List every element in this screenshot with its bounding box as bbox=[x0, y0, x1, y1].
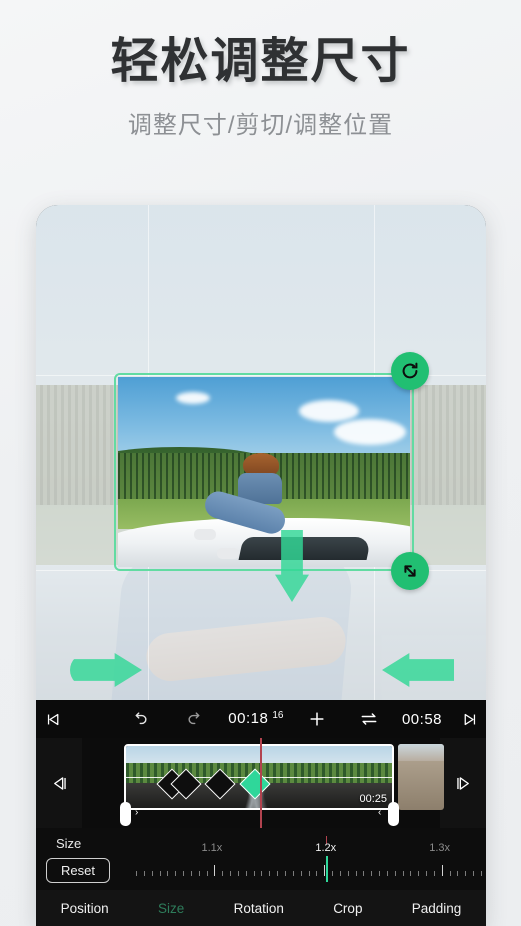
resize-diagonal-icon[interactable] bbox=[391, 552, 429, 590]
ruler-tick bbox=[159, 871, 161, 876]
size-ruler[interactable]: 1.1x 1.2x 1.3x bbox=[136, 836, 482, 886]
ruler-tick bbox=[237, 871, 239, 876]
ruler-tick bbox=[339, 871, 341, 876]
promo-header: 轻松调整尺寸 调整尺寸/剪切/调整位置 bbox=[0, 34, 521, 140]
ruler-tick bbox=[183, 871, 185, 876]
ruler-tick bbox=[292, 871, 294, 876]
redo-icon[interactable] bbox=[178, 710, 212, 729]
size-slider-panel: Size Reset 1.1x 1.2x 1.3x bbox=[36, 828, 486, 890]
ruler-tick bbox=[198, 871, 200, 876]
ruler-tick bbox=[410, 871, 412, 876]
ruler-tick bbox=[175, 871, 177, 876]
ruler-tick bbox=[433, 871, 435, 876]
ruler-tick bbox=[449, 871, 451, 876]
ruler-tick bbox=[143, 871, 145, 876]
current-frame: 16 bbox=[272, 710, 284, 721]
trim-arrow-right: ‹ bbox=[378, 807, 382, 818]
ruler-tick bbox=[386, 871, 388, 876]
ruler-tick bbox=[214, 865, 216, 876]
tab-crop[interactable]: Crop bbox=[333, 901, 362, 916]
ruler-tick bbox=[167, 871, 169, 876]
ruler-tick bbox=[253, 871, 255, 876]
ruler-tick bbox=[190, 871, 192, 876]
ruler-tick bbox=[481, 871, 482, 876]
ruler-tick bbox=[465, 871, 467, 876]
tab-position[interactable]: Position bbox=[61, 901, 109, 916]
page-subtitle: 调整尺寸/剪切/调整位置 bbox=[127, 111, 394, 139]
undo-icon[interactable] bbox=[122, 710, 156, 729]
next-frame-icon[interactable] bbox=[440, 738, 486, 828]
video-preview-canvas[interactable] bbox=[36, 205, 486, 700]
rotate-icon[interactable] bbox=[391, 352, 429, 390]
plus-icon[interactable] bbox=[300, 709, 334, 729]
ruler-tick bbox=[441, 865, 443, 876]
previous-frame-icon[interactable] bbox=[36, 738, 82, 828]
ruler-tick bbox=[347, 871, 349, 876]
ruler-tick bbox=[402, 871, 404, 876]
ruler-label: 1.1x bbox=[201, 842, 223, 854]
timeline[interactable]: 00:25 › ‹ bbox=[36, 738, 486, 828]
promo-page: 轻松调整尺寸 调整尺寸/剪切/调整位置 00:18 16 00:58 00:25… bbox=[0, 0, 521, 926]
ruler-tick bbox=[277, 871, 279, 876]
ruler-label-current: 1.2x bbox=[315, 842, 337, 854]
trim-handle-left[interactable] bbox=[120, 802, 131, 826]
clip2-thumb-sky bbox=[398, 744, 444, 762]
ruler-tick bbox=[284, 871, 286, 876]
skip-to-end-icon[interactable] bbox=[452, 711, 486, 728]
ruler-tick bbox=[457, 871, 459, 876]
trim-handle-right[interactable] bbox=[388, 802, 399, 826]
current-time: 00:18 16 bbox=[228, 710, 284, 727]
timeline-clip-next[interactable] bbox=[398, 744, 444, 810]
total-time: 00:58 bbox=[401, 710, 443, 728]
ruler-tick bbox=[426, 871, 428, 876]
size-indicator[interactable] bbox=[325, 856, 328, 882]
ruler-tick bbox=[418, 871, 420, 876]
ruler-tick bbox=[230, 871, 232, 876]
ruler-tick bbox=[245, 871, 247, 876]
ruler-tick bbox=[473, 871, 475, 876]
ruler-tick bbox=[151, 871, 153, 876]
tab-padding[interactable]: Padding bbox=[412, 901, 462, 916]
playhead[interactable] bbox=[260, 738, 262, 828]
ruler-tick bbox=[136, 871, 137, 876]
ruler-label: 1.3x bbox=[429, 842, 450, 854]
ruler-tick bbox=[222, 871, 224, 876]
clip-duration: 00:25 bbox=[359, 793, 387, 805]
swap-icon[interactable] bbox=[352, 709, 386, 729]
tab-rotation[interactable]: Rotation bbox=[234, 901, 284, 916]
slider-label: Size bbox=[56, 836, 82, 851]
app-screenshot: 00:18 16 00:58 00:25 › ‹ Size Reset 1.1x… bbox=[36, 205, 486, 926]
editor-toolbar: 00:18 16 00:58 bbox=[36, 700, 486, 738]
ruler-tick bbox=[206, 871, 208, 876]
page-title: 轻松调整尺寸 bbox=[110, 35, 411, 88]
ruler-tick bbox=[371, 871, 373, 876]
ruler-tick bbox=[379, 871, 381, 876]
ruler-tick bbox=[269, 871, 271, 876]
ruler-tick bbox=[300, 871, 302, 876]
crop-selection-frame[interactable] bbox=[114, 373, 414, 571]
reset-button[interactable]: Reset bbox=[46, 858, 110, 883]
tab-size[interactable]: Size bbox=[158, 901, 184, 916]
tool-tab-bar: Position Size Rotation Crop Padding bbox=[36, 890, 486, 926]
trim-arrow-left: › bbox=[135, 807, 139, 818]
ruler-tick bbox=[355, 871, 357, 876]
ruler-tick bbox=[261, 871, 263, 876]
ruler-tick bbox=[363, 871, 365, 876]
skip-to-start-icon[interactable] bbox=[36, 711, 70, 728]
ruler-tick bbox=[332, 871, 334, 876]
ruler-tick bbox=[394, 871, 396, 876]
ruler-tick bbox=[316, 871, 318, 876]
ruler-tick bbox=[308, 871, 310, 876]
